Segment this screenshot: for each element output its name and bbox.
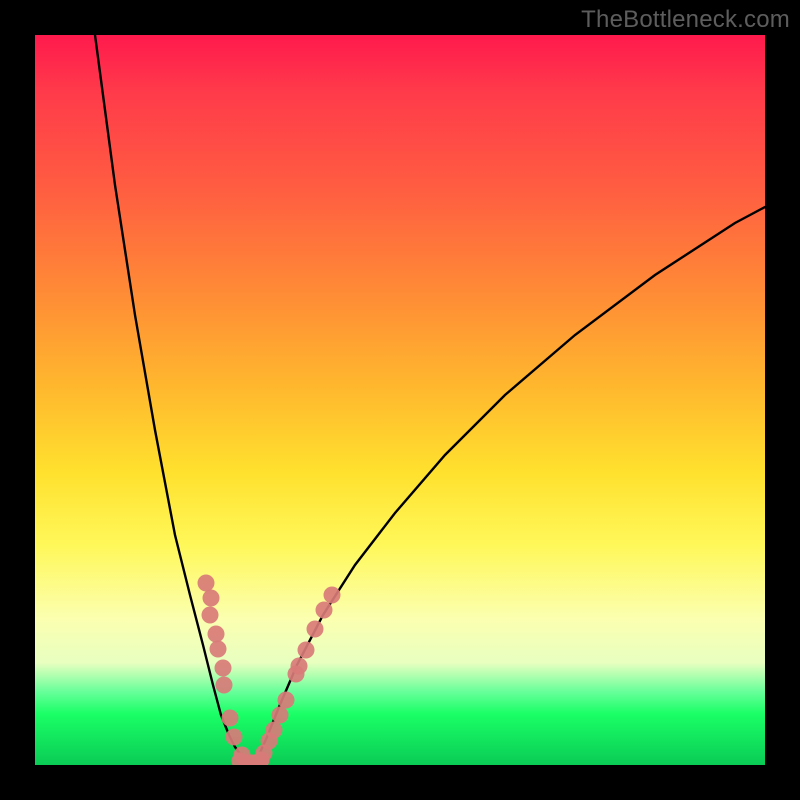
chart-frame: TheBottleneck.com (0, 0, 800, 800)
data-point (324, 587, 341, 604)
data-point (210, 641, 227, 658)
plot-area (35, 35, 765, 765)
data-point (272, 707, 289, 724)
data-point (226, 729, 243, 746)
data-point (215, 660, 232, 677)
data-point (202, 607, 219, 624)
watermark-text: TheBottleneck.com (581, 6, 790, 34)
data-point (316, 602, 333, 619)
data-point (203, 590, 220, 607)
data-point (216, 677, 233, 694)
data-point (198, 575, 215, 592)
left-curve-path (95, 35, 253, 763)
data-point (208, 626, 225, 643)
data-point (278, 692, 295, 709)
data-point (307, 621, 324, 638)
data-point (222, 710, 239, 727)
data-point (291, 658, 308, 675)
curves-layer (35, 35, 765, 765)
right-curve-path (253, 207, 765, 763)
data-point (298, 642, 315, 659)
data-point (266, 722, 283, 739)
